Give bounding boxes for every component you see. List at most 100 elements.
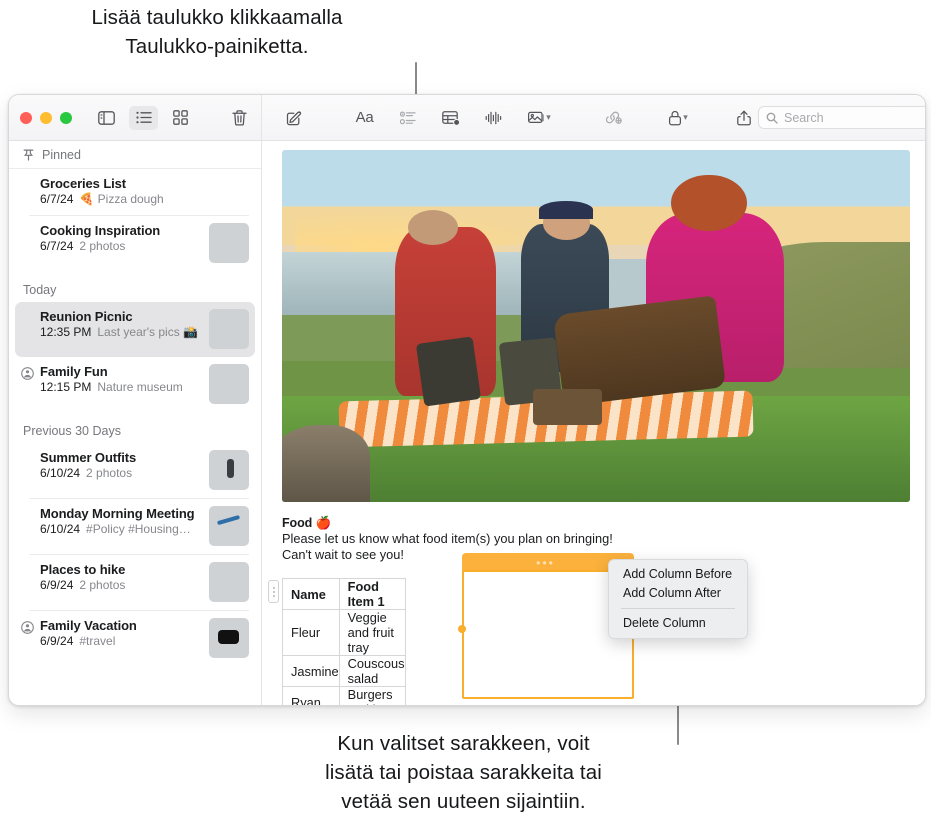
list-item-date: 6/7/24 (40, 192, 73, 206)
section-header-previous-30-days: Previous 30 Days (9, 412, 261, 443)
grid-icon (173, 110, 188, 125)
link-icon (604, 110, 622, 125)
column-context-menu[interactable]: Add Column Before Add Column After Delet… (608, 559, 748, 639)
list-item-snippet: Last year's pics 📸 (97, 325, 198, 339)
chevron-down-icon: ▾ (683, 112, 688, 123)
list-item-snippet: Nature museum (97, 380, 182, 394)
toggle-sidebar-button[interactable] (92, 106, 121, 130)
pinned-label: Pinned (42, 148, 81, 162)
note-editor[interactable]: Food 🍎 Please let us know what food item… (262, 141, 925, 705)
table-header-cell-food-item-1[interactable]: Food Item 1 (339, 579, 405, 610)
list-item-snippet: 2 photos (79, 578, 125, 592)
menu-item-add-column-after[interactable]: Add Column After (609, 584, 747, 603)
list-item-cooking-inspiration[interactable]: Cooking Inspiration 6/7/24 2 photos (15, 216, 255, 271)
table-button[interactable] (436, 106, 465, 130)
list-item-thumbnail (209, 506, 249, 546)
compose-note-button[interactable] (279, 106, 308, 130)
list-item-summer-outfits[interactable]: Summer Outfits 6/10/24 2 photos (15, 443, 255, 498)
screenshot-stage: Lisää taulukko klikkaamalla Taulukko-pai… (0, 0, 931, 838)
photo-boot-3 (533, 389, 602, 424)
table-cell-name[interactable]: Ryan (283, 687, 340, 706)
list-item-title: Groceries List (40, 176, 249, 191)
list-item-places-to-hike[interactable]: Places to hike 6/9/24 2 photos (15, 555, 255, 610)
list-icon (136, 111, 152, 124)
list-item-family-fun[interactable]: Family Fun 12:15 PM Nature museum (15, 357, 255, 412)
table-cell-name[interactable]: Fleur (283, 610, 340, 656)
table-cell-name[interactable]: Jasmine (283, 656, 340, 687)
list-item-snippet: #Policy #Housing… (86, 522, 191, 536)
list-item-thumbnail (209, 562, 249, 602)
table-icon (442, 110, 460, 126)
list-item-text: Groceries List 6/7/24 🍕 Pizza dough (35, 176, 249, 206)
list-item-text: Family Fun 12:15 PM Nature museum (35, 364, 203, 394)
list-item-subtitle: 6/10/24 #Policy #Housing… (40, 522, 203, 536)
list-item-reunion-picnic[interactable]: Reunion Picnic 12:35 PM Last year's pics… (15, 302, 255, 357)
record-audio-button[interactable] (479, 106, 508, 130)
minimize-button-icon[interactable] (40, 112, 52, 124)
menu-divider (621, 608, 735, 609)
note-body-line-1: Please let us know what food item(s) you… (282, 531, 915, 547)
checklist-button[interactable] (393, 106, 422, 130)
note-table[interactable]: Name Food Item 1 Fleur Veggie and fruit … (282, 578, 406, 705)
notes-sidebar: Pinned Groceries List 6/7/24 🍕 Pizza dou… (9, 141, 262, 705)
table-row: Fleur Veggie and fruit tray (283, 610, 406, 656)
photo-icon (527, 110, 545, 125)
table-cell-food[interactable]: Veggie and fruit tray (339, 610, 405, 656)
add-link-button[interactable] (598, 106, 627, 130)
list-item-subtitle: 6/7/24 🍕 Pizza dough (40, 192, 249, 206)
trash-icon (232, 110, 247, 126)
sidebar-icon (98, 111, 115, 125)
menu-item-add-column-before[interactable]: Add Column Before (609, 565, 747, 584)
list-item-date: 6/7/24 (40, 239, 73, 253)
list-item-title: Family Fun (40, 364, 203, 379)
share-button[interactable] (729, 106, 758, 130)
note-photo-picnic[interactable] (282, 150, 910, 502)
row-drag-handle[interactable] (268, 580, 279, 603)
list-item-date: 6/10/24 (40, 522, 80, 536)
photo-person-3-head (671, 175, 746, 231)
photo-person-1-head (408, 210, 458, 245)
pinned-list: Groceries List 6/7/24 🍕 Pizza dough Cook… (9, 169, 261, 271)
list-item-thumbnail (209, 618, 249, 658)
section-header-today: Today (9, 271, 261, 302)
column-selection-anchor-dot (458, 625, 466, 633)
table-header-cell-name[interactable]: Name (283, 579, 340, 610)
list-item-subtitle: 6/9/24 #travel (40, 634, 203, 648)
note-heading: Food 🍎 (282, 516, 915, 531)
list-item-monday-morning-meeting[interactable]: Monday Morning Meeting 6/10/24 #Policy #… (15, 499, 255, 554)
list-item-snippet: 2 photos (86, 466, 132, 480)
list-item-subtitle: 12:35 PM Last year's pics 📸 (40, 325, 203, 339)
list-item-title: Cooking Inspiration (40, 223, 203, 238)
menu-item-delete-column[interactable]: Delete Column (609, 614, 747, 633)
list-item-subtitle: 6/10/24 2 photos (40, 466, 203, 480)
media-button[interactable]: ▾ (522, 106, 556, 130)
close-button-icon[interactable] (20, 112, 32, 124)
list-item-date: 6/9/24 (40, 634, 73, 648)
table-row: Ryan Burgers and buns (283, 687, 406, 706)
zoom-button-icon[interactable] (60, 112, 72, 124)
list-item-thumbnail (209, 450, 249, 490)
list-item-text: Places to hike 6/9/24 2 photos (35, 562, 203, 592)
pin-icon (23, 149, 34, 161)
gallery-view-button[interactable] (166, 106, 195, 130)
list-item-groceries-list[interactable]: Groceries List 6/7/24 🍕 Pizza dough (15, 169, 255, 215)
table-cell-food[interactable]: Couscous salad (339, 656, 405, 687)
list-item-thumbnail (209, 364, 249, 404)
notes-window: Aa (8, 94, 926, 706)
today-list: Reunion Picnic 12:35 PM Last year's pics… (9, 302, 261, 412)
shared-account-icon (19, 621, 35, 634)
list-item-title: Monday Morning Meeting (40, 506, 203, 521)
lock-note-button[interactable]: ▾ (663, 106, 693, 130)
aa-format-icon: Aa (356, 109, 374, 126)
list-item-family-vacation[interactable]: Family Vacation 6/9/24 #travel (15, 611, 255, 666)
delete-note-button[interactable] (225, 106, 254, 130)
list-item-thumbnail (209, 223, 249, 263)
list-view-button[interactable] (129, 106, 158, 130)
table-header-row: Name Food Item 1 (283, 579, 406, 610)
list-item-snippet: 🍕 Pizza dough (79, 192, 163, 206)
photo-rock (282, 425, 370, 502)
search-field[interactable]: Search (758, 106, 926, 129)
format-text-button[interactable]: Aa (350, 106, 379, 130)
list-item-title: Summer Outfits (40, 450, 203, 465)
table-cell-food[interactable]: Burgers and buns (339, 687, 405, 706)
